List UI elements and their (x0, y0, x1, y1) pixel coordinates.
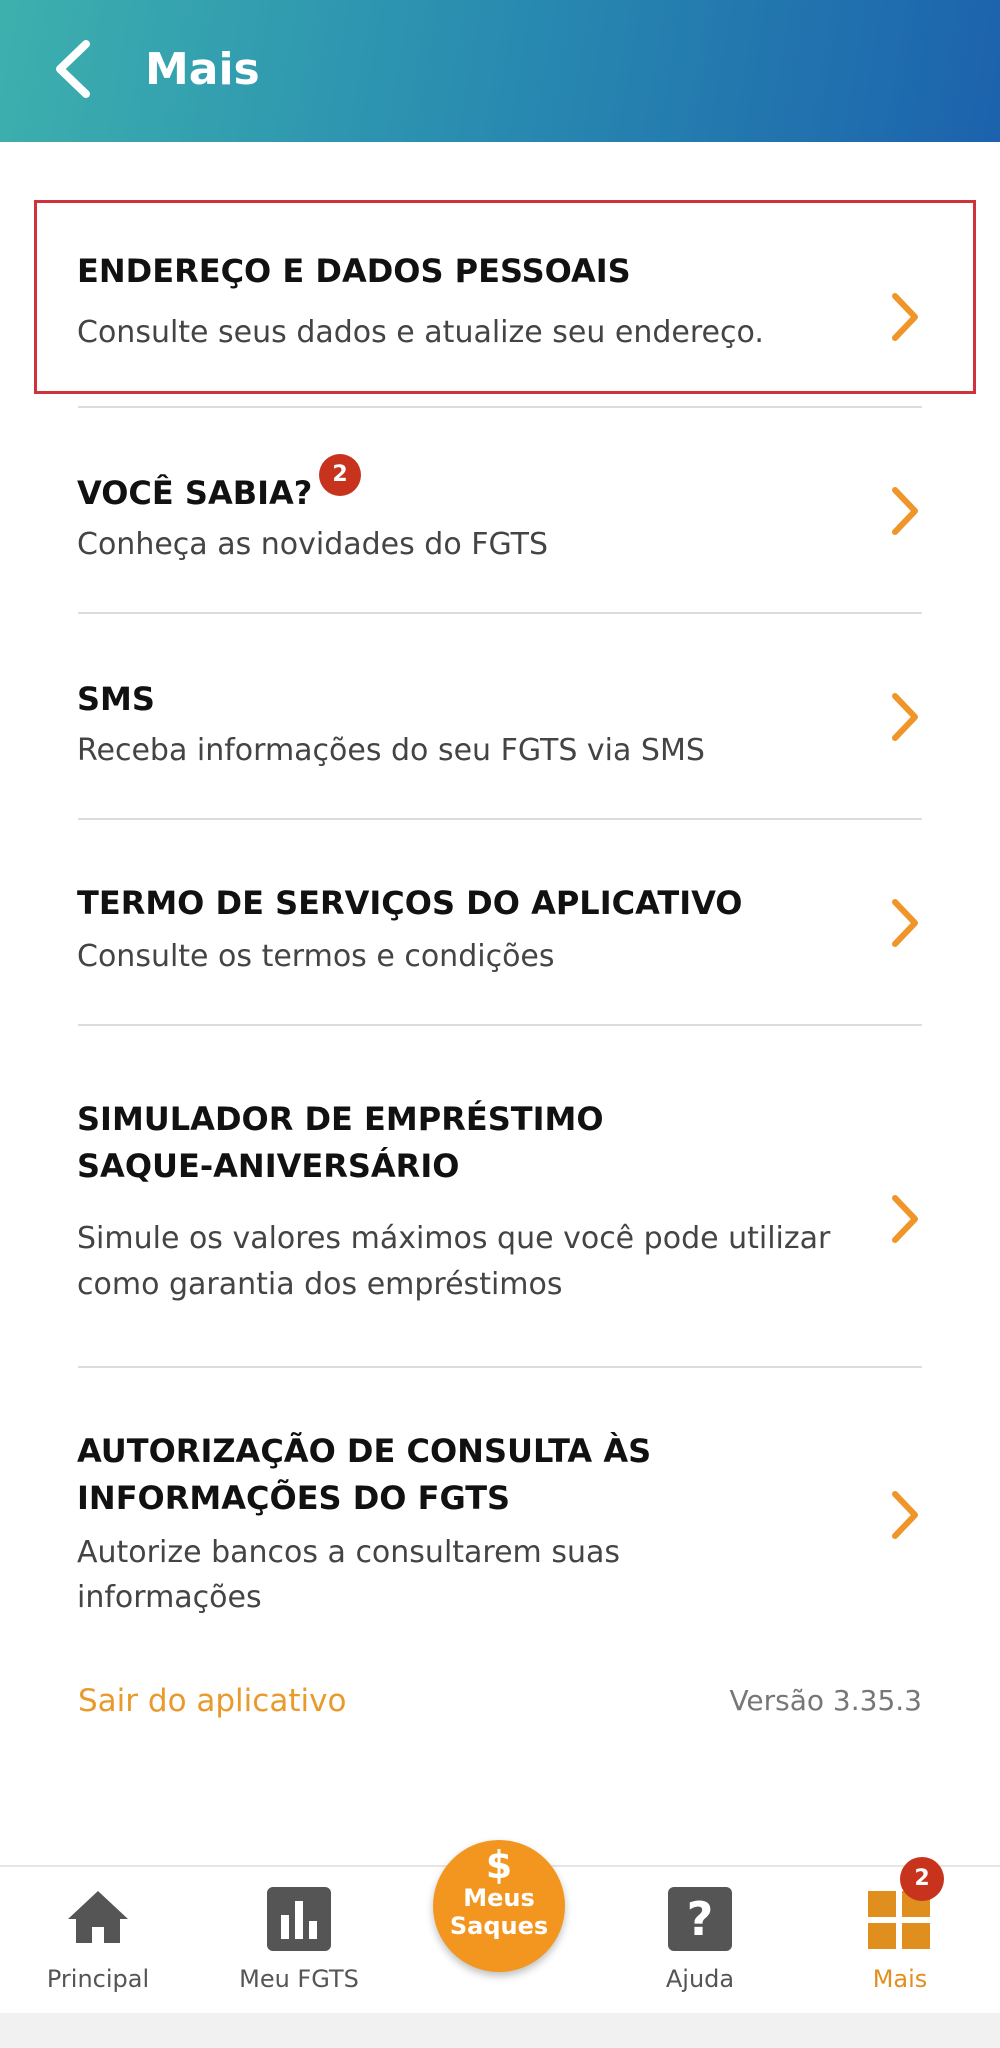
menu-item-title: VOCÊ SABIA? (77, 474, 313, 512)
notification-badge: 2 (319, 454, 361, 496)
menu-item-subtitle: Consulte seus dados e atualize seu ender… (77, 315, 764, 350)
chevron-right-icon (892, 693, 918, 741)
nav-meu-fgts[interactable]: Meu FGTS (234, 1867, 364, 2015)
menu-item-title: SAQUE-ANIVERSÁRIO (77, 1147, 460, 1185)
footer-row: Sair do aplicativo Versão 3.35.3 (78, 1676, 922, 1726)
menu-item-voce-sabia[interactable]: VOCÊ SABIA? 2 Conheça as novidades do FG… (34, 408, 974, 612)
chevron-right-icon (892, 293, 918, 341)
menu-item-simulador-emprestimo[interactable]: SIMULADOR DE EMPRÉSTIMO SAQUE-ANIVERSÁRI… (34, 1026, 974, 1366)
nav-mais[interactable]: 2 Mais (840, 1857, 960, 2015)
menu-item-sms[interactable]: SMS Receba informações do seu FGTS via S… (34, 614, 974, 818)
menu-item-endereco[interactable]: ENDEREÇO E DADOS PESSOAIS Consulte seus … (34, 200, 974, 394)
nav-label: Meu FGTS (239, 1965, 359, 1993)
notification-badge: 2 (900, 1857, 944, 1901)
menu-item-subtitle: Conheça as novidades do FGTS (77, 527, 549, 562)
meus-saques-button[interactable]: $ Meus Saques (433, 1840, 565, 1972)
chevron-right-icon (892, 899, 918, 947)
menu-item-subtitle: Consulte os termos e condições (77, 939, 555, 974)
menu-item-subtitle: Simule os valores máximos que você pode … (77, 1221, 831, 1256)
version-label: Versão 3.35.3 (729, 1684, 922, 1717)
app-header: Mais (0, 0, 1000, 142)
menu-item-autorizacao-consulta[interactable]: AUTORIZAÇÃO DE CONSULTA ÀS INFORMAÇÕES D… (34, 1368, 974, 1638)
page-title: Mais (145, 44, 260, 95)
nav-label: Ajuda (665, 1965, 735, 1993)
menu-item-title: SMS (77, 680, 155, 718)
menu-item-title: AUTORIZAÇÃO DE CONSULTA ÀS (77, 1432, 652, 1470)
dollar-icon: $ (485, 1843, 513, 1887)
menu-item-title: SIMULADOR DE EMPRÉSTIMO (77, 1100, 604, 1138)
menu-item-subtitle: como garantia dos empréstimos (77, 1267, 563, 1302)
menu-item-subtitle: Receba informações do seu FGTS via SMS (77, 733, 705, 768)
menu-item-title: INFORMAÇÕES DO FGTS (77, 1479, 511, 1517)
nav-label: Mais (872, 1965, 928, 1993)
nav-principal[interactable]: Principal (38, 1867, 158, 2015)
menu-item-subtitle: Autorize bancos a consultarem suas (77, 1535, 620, 1570)
chevron-left-icon[interactable] (48, 38, 98, 100)
menu-item-termo-servicos[interactable]: TERMO DE SERVIÇOS DO APLICATIVO Consulte… (34, 820, 974, 1024)
meus-saques-label-line2: Saques (449, 1912, 549, 1940)
system-bar (0, 2013, 1000, 2048)
meus-saques-label: Meus Saques (433, 1884, 565, 1940)
help-icon: ? (668, 1887, 732, 1951)
menu-item-title: ENDEREÇO E DADOS PESSOAIS (77, 252, 631, 290)
bar-chart-icon (267, 1887, 331, 1951)
chevron-right-icon (892, 1195, 918, 1243)
menu-item-title: TERMO DE SERVIÇOS DO APLICATIVO (77, 884, 743, 922)
meus-saques-label-line1: Meus (463, 1884, 535, 1912)
nav-label: Principal (46, 1965, 150, 1993)
nav-ajuda[interactable]: ? Ajuda (640, 1867, 760, 2015)
home-icon (68, 1891, 128, 1943)
chevron-right-icon (892, 487, 918, 535)
chevron-right-icon (892, 1491, 918, 1539)
logout-link[interactable]: Sair do aplicativo (78, 1676, 346, 1726)
menu-item-subtitle: informações (77, 1580, 262, 1615)
